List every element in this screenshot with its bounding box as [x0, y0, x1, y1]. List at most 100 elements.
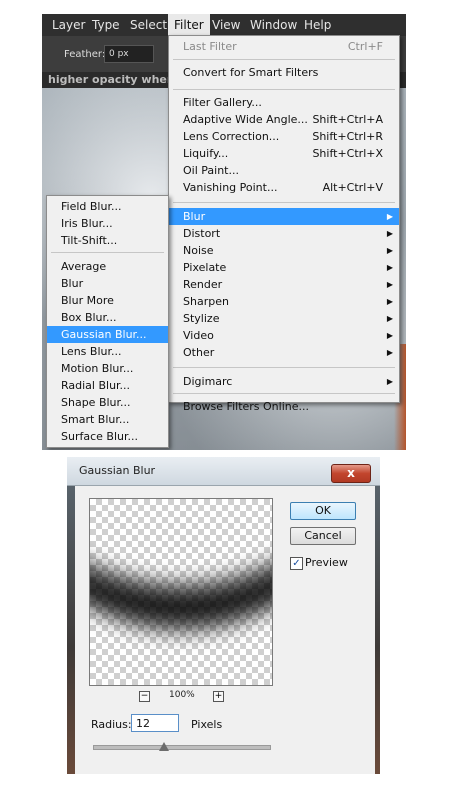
blur-menu-item-average[interactable]: Average	[47, 258, 168, 275]
filter-menu-item-other[interactable]: Other ▶	[169, 344, 399, 361]
filter-menu-item-oil-paint[interactable]: Oil Paint...	[169, 162, 399, 179]
menu-item-shortcut: Shift+Ctrl+R	[312, 130, 383, 143]
menu-item-label: Vanishing Point...	[183, 181, 278, 194]
menu-item-shortcut: Shift+Ctrl+X	[312, 147, 383, 160]
close-icon: x	[347, 466, 355, 480]
blur-menu-item-field-blur[interactable]: Field Blur...	[47, 198, 168, 215]
menu-item-label: Iris Blur...	[61, 217, 113, 230]
menu-item-label: Browse Filters Online...	[183, 400, 309, 413]
filter-menu-item-lens-correction[interactable]: Lens Correction... Shift+Ctrl+R	[169, 128, 399, 145]
menu-item-label: Radial Blur...	[61, 379, 131, 392]
filter-menu-item-filter-gallery[interactable]: Filter Gallery...	[169, 94, 399, 111]
menu-type[interactable]: Type	[86, 14, 126, 36]
blur-menu-item-box-blur[interactable]: Box Blur...	[47, 309, 168, 326]
menu-item-label: Video	[183, 329, 214, 342]
menu-item-label: Blur More	[61, 294, 114, 307]
blur-menu-item-motion-blur[interactable]: Motion Blur...	[47, 360, 168, 377]
menu-item-label: Surface Blur...	[61, 430, 138, 443]
filter-menu-item-liquify[interactable]: Liquify... Shift+Ctrl+X	[169, 145, 399, 162]
filter-menu-item-pixelate[interactable]: Pixelate ▶	[169, 259, 399, 276]
filter-menu: Last Filter Ctrl+F Convert for Smart Filte…	[168, 35, 400, 413]
close-button[interactable]: x	[331, 464, 371, 483]
menu-item-label: Blur	[61, 277, 84, 290]
submenu-arrow-icon: ▶	[386, 212, 393, 221]
filter-menu-item-noise[interactable]: Noise ▶	[169, 242, 399, 259]
menu-item-label: Oil Paint...	[183, 164, 239, 177]
submenu-arrow-icon: ▶	[386, 377, 393, 386]
blur-menu-item-surface-blur[interactable]: Surface Blur...	[47, 428, 168, 445]
photoshop-filter-menu-screenshot: Layer Type Select Filter View Window Hel…	[42, 14, 406, 450]
checkmark-icon: ✓	[292, 558, 301, 569]
menu-help[interactable]: Help	[298, 14, 337, 36]
blur-menu-item-smart-blur[interactable]: Smart Blur...	[47, 411, 168, 428]
menu-item-label: Sharpen	[183, 295, 229, 308]
menu-item-label: Lens Blur...	[61, 345, 122, 358]
zoom-in-button[interactable]: +	[213, 691, 224, 702]
menu-item-label: Shape Blur...	[61, 396, 131, 409]
menu-item-label: Blur	[183, 210, 206, 223]
submenu-arrow-icon: ▶	[386, 246, 393, 255]
menu-item-label: Tilt-Shift...	[61, 234, 118, 247]
menu-separator	[173, 59, 395, 60]
menu-item-label: Convert for Smart Filters	[183, 66, 319, 79]
radius-slider-thumb[interactable]	[159, 742, 170, 751]
filter-menu-item-blur[interactable]: Blur ▶	[169, 208, 399, 225]
submenu-arrow-icon: ▶	[386, 314, 393, 323]
submenu-arrow-icon: ▶	[386, 348, 393, 357]
filter-menu-item-browse-filters-online[interactable]: Browse Filters Online...	[169, 398, 399, 415]
blur-menu-item-tilt-shift[interactable]: Tilt-Shift...	[47, 232, 168, 249]
feather-input[interactable]: 0 px	[104, 45, 154, 63]
menu-filter[interactable]: Filter	[168, 14, 210, 36]
menu-item-label: Distort	[183, 227, 221, 240]
submenu-arrow-icon: ▶	[386, 331, 393, 340]
menu-item-label: Digimarc	[183, 375, 233, 388]
filter-menu-item-adaptive-wide-angle[interactable]: Adaptive Wide Angle... Shift+Ctrl+A	[169, 111, 399, 128]
menu-view[interactable]: View	[206, 14, 246, 36]
zoom-out-icon: −	[140, 691, 149, 701]
submenu-arrow-icon: ▶	[386, 229, 393, 238]
filter-menu-item-video[interactable]: Video ▶	[169, 327, 399, 344]
blur-preview[interactable]	[89, 498, 273, 686]
menu-item-label: Smart Blur...	[61, 413, 130, 426]
blur-menu-item-lens-blur[interactable]: Lens Blur...	[47, 343, 168, 360]
menu-layer[interactable]: Layer	[46, 14, 91, 36]
blur-menu-item-iris-blur[interactable]: Iris Blur...	[47, 215, 168, 232]
menu-window[interactable]: Window	[244, 14, 303, 36]
gaussian-blur-dialog-screenshot: Gaussian Blur x OK Cancel ✓ Preview − 10…	[67, 457, 380, 774]
radius-input[interactable]: 12	[131, 714, 179, 732]
radius-slider[interactable]	[93, 742, 271, 751]
preview-checkbox[interactable]: ✓	[290, 557, 303, 570]
blur-submenu: Field Blur... Iris Blur... Tilt-Shift... Av…	[46, 195, 169, 448]
filter-menu-item-render[interactable]: Render ▶	[169, 276, 399, 293]
menu-item-label: Box Blur...	[61, 311, 117, 324]
dialog-titlebar: Gaussian Blur x	[67, 457, 380, 486]
filter-menu-item-stylize[interactable]: Stylize ▶	[169, 310, 399, 327]
filter-menu-item-vanishing-point[interactable]: Vanishing Point... Alt+Ctrl+V	[169, 179, 399, 196]
blur-menu-item-radial-blur[interactable]: Radial Blur...	[47, 377, 168, 394]
menu-item-shortcut: Shift+Ctrl+A	[312, 113, 383, 126]
filter-menu-item-convert-for-smart-filters[interactable]: Convert for Smart Filters	[169, 64, 399, 81]
filter-menu-item-distort[interactable]: Distort ▶	[169, 225, 399, 242]
blur-menu-item-shape-blur[interactable]: Shape Blur...	[47, 394, 168, 411]
zoom-out-button[interactable]: −	[139, 691, 150, 702]
blur-menu-item-blur-more[interactable]: Blur More	[47, 292, 168, 309]
blur-menu-item-gaussian-blur[interactable]: Gaussian Blur...	[47, 326, 168, 343]
menu-select[interactable]: Select	[124, 14, 173, 36]
menu-item-label: Lens Correction...	[183, 130, 280, 143]
menu-separator	[173, 202, 395, 203]
filter-menu-item-sharpen[interactable]: Sharpen ▶	[169, 293, 399, 310]
cancel-button[interactable]: Cancel	[290, 527, 356, 545]
ok-button[interactable]: OK	[290, 502, 356, 520]
menu-item-shortcut: Alt+Ctrl+V	[322, 181, 383, 194]
radius-label: Radius:	[91, 718, 132, 731]
preview-checkbox-label[interactable]: Preview	[305, 556, 348, 569]
menu-item-label: Other	[183, 346, 215, 359]
blur-menu-item-blur[interactable]: Blur	[47, 275, 168, 292]
filter-menu-item-digimarc[interactable]: Digimarc ▶	[169, 373, 399, 390]
radius-unit-label: Pixels	[191, 718, 223, 731]
submenu-arrow-icon: ▶	[386, 280, 393, 289]
menu-item-label: Motion Blur...	[61, 362, 134, 375]
menu-item-label: Liquify...	[183, 147, 229, 160]
dialog-title: Gaussian Blur	[79, 464, 156, 477]
menu-separator	[173, 393, 395, 394]
